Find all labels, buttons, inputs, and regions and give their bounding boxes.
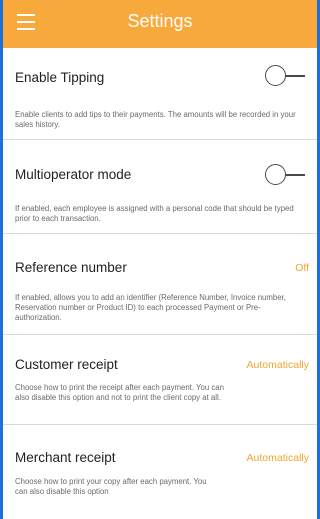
setting-title: Reference number [15,260,127,275]
setting-description: Choose how to print the receipt after ea… [15,383,224,402]
setting-title: Enable Tipping [15,70,105,85]
setting-multioperator-mode[interactable]: Multioperator mode If enabled, each empl… [3,140,317,234]
setting-reference-number[interactable]: Reference number Off If enabled, allows … [3,234,317,335]
setting-title: Multioperator mode [15,167,132,182]
setting-description: If enabled, each employee is assigned wi… [15,204,294,223]
phone-screen: Settings Enable Tipping Enable clients t… [0,0,320,519]
setting-merchant-receipt[interactable]: Merchant receipt Automatically Choose ho… [3,425,317,519]
setting-description: Choose how to print your copy after each… [15,477,207,496]
enable-tipping-toggle[interactable] [265,65,305,87]
merchant-receipt-value[interactable]: Automatically [247,452,309,464]
setting-title: Customer receipt [15,357,118,372]
customer-receipt-value[interactable]: Automatically [247,359,309,371]
setting-customer-receipt[interactable]: Customer receipt Automatically Choose ho… [3,335,317,425]
setting-enable-tipping[interactable]: Enable Tipping Enable clients to add tip… [3,48,317,140]
settings-list: Enable Tipping Enable clients to add tip… [3,48,317,519]
page-title: Settings [127,11,193,31]
setting-description: Enable clients to add tips to their paym… [15,110,296,129]
setting-title: Merchant receipt [15,450,116,465]
reference-number-value[interactable]: Off [295,262,309,274]
multioperator-toggle[interactable] [265,164,305,186]
app-bar: Settings [3,0,317,48]
setting-description: If enabled, allows you to add an identif… [15,293,286,322]
